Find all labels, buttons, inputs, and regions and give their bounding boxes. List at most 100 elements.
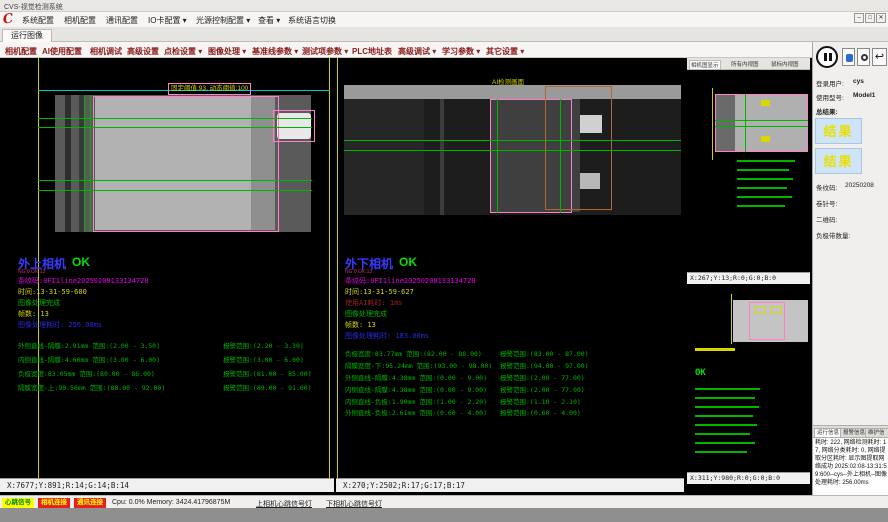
image-strut — [440, 99, 444, 215]
bottom-strip — [0, 508, 888, 522]
menu-system-config[interactable]: 系统配置 — [22, 15, 54, 26]
measurement-value: 外侧直线-隔膜:4.38mm 范围:(0.00 - 9.00) — [345, 374, 487, 382]
middle-view-status: X:270;Y:2502;R:17;G:17;B:17 — [336, 478, 684, 492]
tool-spotcheck-set[interactable]: 点检设置 ▾ — [164, 46, 202, 57]
tool-learn-params[interactable]: 学习参数 ▾ — [442, 46, 480, 57]
measure-vline — [560, 99, 561, 213]
toolbar: 相机配置 AI使用配置 相机调试 高级设置 点检设置 ▾ 图像处理 ▾ 基准线参… — [0, 42, 888, 58]
measure-line — [38, 118, 312, 119]
process-time-label: 图像处理耗时: 256.00ms — [18, 320, 102, 330]
pause-icon — [824, 53, 827, 61]
alarm-range: 报警范围:(3.00 - 6.00) — [223, 354, 304, 364]
measure-line — [715, 126, 808, 127]
tool-image-process[interactable]: 图像处理 ▾ — [208, 46, 246, 57]
measurement-row: 负极宽度:83.05mm 范围:(80.00 - 86.00) 报警范围:(81… — [18, 368, 155, 378]
threshold-label: 固定阈值:93, 动态阈值:100 — [168, 83, 251, 95]
tool-baseline-params[interactable]: 基准线参数 ▾ — [252, 46, 298, 57]
text-line — [695, 442, 755, 444]
exit-button[interactable]: –↩ — [872, 48, 887, 66]
measurement-value: 隔膜宽度-下:95.24mm 范围:(93.00 - 98.00) — [345, 362, 492, 370]
tool-advanced-set[interactable]: 高级设置 — [127, 46, 159, 57]
control-panel: –↩ 登录用户: cys 使用型号: Model1 总结果: 结果 结果 条纹码… — [812, 42, 888, 495]
measure-vline — [84, 95, 85, 232]
measure-line — [344, 140, 681, 141]
total-result-label: 总结果: — [816, 106, 838, 116]
result-ok-label: OK — [695, 368, 706, 378]
tab-all-views[interactable]: 所有内视图 — [731, 60, 759, 68]
model-label: 使用型号: — [816, 92, 844, 102]
menu-view[interactable]: 查看 ▾ — [258, 15, 280, 26]
minimize-icon[interactable]: – — [854, 13, 864, 23]
title-bar: CVS-视觉检测系统 — [0, 0, 888, 12]
app-window: CVS-视觉检测系统 C 系统配置 相机配置 通讯配置 IO卡配置 ▾ 光源控制… — [0, 0, 888, 522]
alarm-range: 报警范围:(89.00 - 91.00) — [223, 382, 312, 392]
menu-light-config[interactable]: 光源控制配置 ▾ — [196, 15, 250, 26]
tool-ai-config[interactable]: AI使用配置 — [42, 46, 82, 57]
comm-connect-badge: 通讯连接 — [74, 498, 106, 508]
menu-bar: C 系统配置 相机配置 通讯配置 IO卡配置 ▾ 光源控制配置 ▾ 查看 ▾ 系… — [0, 12, 888, 27]
strip-count-label: 负极带数量: — [816, 230, 850, 240]
measure-line — [38, 190, 312, 191]
text-line — [695, 397, 755, 399]
tab-mouse-view[interactable]: 鼠标内视图 — [771, 60, 799, 68]
tab-camera-display[interactable]: 相机图显示 — [689, 60, 721, 70]
process-time-label: 图像处理耗时: 183.00ms — [345, 331, 429, 341]
alarm-range: 报警范围:(0.60 - 4.00) — [500, 407, 581, 417]
camera-icon — [846, 54, 853, 62]
menu-io-config[interactable]: IO卡配置 ▾ — [148, 15, 187, 26]
frame-count-label: 帧数: 13 — [18, 309, 49, 319]
tool-camera-debug[interactable]: 相机调试 — [90, 46, 122, 57]
frame-count-label: 帧数: 13 — [345, 320, 376, 330]
tool-plc-table[interactable]: PLC地址表 — [352, 46, 392, 57]
measure-vline — [90, 95, 91, 232]
roi-box — [93, 96, 279, 232]
text-line — [695, 348, 735, 351]
ng-ok-counters: NG:0;OK:13 — [18, 269, 45, 275]
image-top-band — [344, 85, 681, 99]
measurement-row: 外侧直线-隔膜:2.91mm 范围:(2.00 - 3.50) 报警范围:(2.… — [18, 340, 160, 350]
close-icon[interactable]: ✕ — [876, 13, 886, 23]
preview-view-bottom[interactable]: OK — [687, 284, 810, 472]
text-line — [695, 415, 753, 417]
tool-test-params[interactable]: 测试项参数 ▾ — [302, 46, 348, 57]
settings-button[interactable] — [857, 48, 870, 66]
login-user-value: cys — [853, 78, 864, 85]
preview-view-top[interactable] — [687, 70, 810, 272]
text-line — [737, 178, 793, 180]
ai-time-label: 使用AI耗时: 1ms — [345, 298, 403, 308]
measurement-row: 隔膜宽度-上:90.56mm 范围:(88.00 - 92.00) 报警范围:(… — [18, 382, 165, 392]
run-log[interactable]: 耗时: 222, 网络检测耗时: 17, 网络分类耗时: 0, 网络提取分区耗时… — [813, 437, 888, 495]
menu-language-switch[interactable]: 系统语言切换 — [288, 15, 336, 26]
heartbeat-badge: 心跳信号 — [2, 498, 34, 508]
text-line — [695, 451, 747, 453]
time-label: 时间:13-31-59-627 — [345, 287, 414, 297]
tool-camera-config[interactable]: 相机配置 — [5, 46, 37, 57]
login-user-label: 登录用户: — [816, 78, 844, 88]
menu-camera-config[interactable]: 相机配置 — [64, 15, 96, 26]
camera-button[interactable] — [842, 48, 855, 66]
text-line — [737, 160, 795, 162]
image-shadow — [65, 95, 71, 232]
feature-marker — [761, 136, 770, 142]
camera-view-lower[interactable]: AI检测画面 外下相机 OK NG:0;OK:13 条纹码:0FI1line20… — [336, 58, 684, 478]
barcode-value: 20250208 — [845, 182, 874, 189]
camera-view-upper[interactable]: 固定阈值:93, 动态阈值:100 外上相机 OK NG:0;OK:13 条纹码… — [0, 58, 334, 478]
measure-vline — [497, 99, 498, 213]
measurement-row: 内侧直线-隔膜:4.60mm 范围:(3.00 - 6.00) 报警范围:(3.… — [18, 354, 160, 364]
tool-other-settings[interactable]: 其它设置 ▾ — [486, 46, 524, 57]
alarm-range: 报警范围:(2.20 - 3.30) — [223, 340, 304, 350]
text-line — [695, 424, 757, 426]
tab-run-image[interactable]: 运行图像 — [2, 29, 52, 42]
needle-label: 卷针号: — [816, 198, 837, 208]
app-logo-icon: C — [2, 11, 14, 27]
pause-button[interactable] — [816, 46, 838, 68]
measure-line — [38, 127, 312, 128]
text-line — [737, 196, 792, 198]
measurement-value: 内侧直线-隔膜:4.60mm 范围:(3.00 - 6.00) — [18, 356, 160, 364]
maximize-icon[interactable]: □ — [865, 13, 875, 23]
calibration-vline — [712, 88, 713, 160]
result-box-lower: 结果 — [815, 148, 862, 174]
menu-comm-config[interactable]: 通讯配置 — [106, 15, 138, 26]
alarm-range: 报警范围:(1.10 - 2.10) — [500, 396, 581, 406]
tool-advanced-debug[interactable]: 高级调试 ▾ — [398, 46, 436, 57]
